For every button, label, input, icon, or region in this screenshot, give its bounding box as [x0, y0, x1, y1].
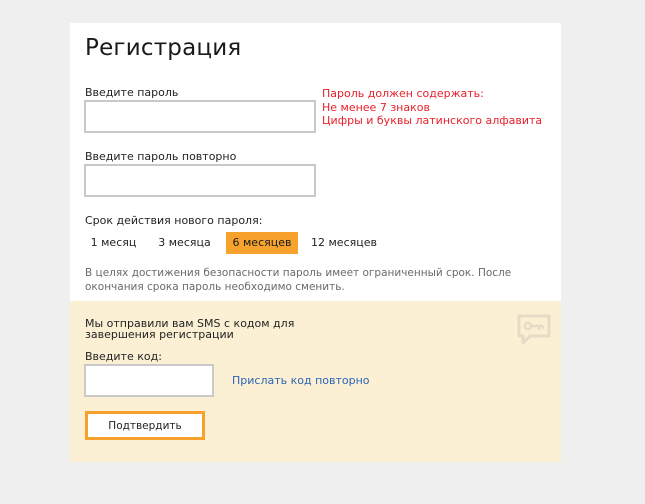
requirement-latin-digits: Цифры и буквы латинского алфавита	[322, 114, 543, 127]
confirm-button[interactable]: Подтвердить	[85, 411, 205, 440]
sms-code-input[interactable]	[84, 364, 214, 397]
requirements-heading: Пароль должен содержать:	[322, 87, 484, 100]
password-input[interactable]	[84, 100, 316, 133]
sms-key-icon	[517, 314, 551, 345]
password-label: Введите пароль	[85, 86, 179, 99]
password-repeat-label: Введите пароль повторно	[85, 150, 237, 163]
password-expiry-note: В целях достижения безопасности пароль и…	[85, 267, 512, 293]
validity-label: Срок действия нового пароля:	[85, 214, 263, 227]
password-repeat-input[interactable]	[84, 164, 316, 197]
sms-confirmation-panel: Мы отправили вам SMS с кодом для заверше…	[70, 301, 561, 462]
requirement-min-length: Не менее 7 знаков	[322, 100, 430, 114]
period-option-3-months[interactable]: 3 месяца	[143, 232, 226, 254]
validity-period-selector: 1 месяц 3 месяца 6 месяцев 12 месяцев	[84, 232, 390, 254]
period-option-1-month[interactable]: 1 месяц	[84, 232, 143, 254]
page-title: Регистрация	[85, 35, 242, 61]
sms-sent-message: Мы отправили вам SMS с кодом для заверше…	[85, 317, 295, 341]
password-requirements: Пароль должен содержать: Не менее 7 знак…	[322, 87, 542, 128]
resend-code-link[interactable]: Прислать код повторно	[232, 374, 370, 387]
registration-card: Регистрация Введите пароль Пароль должен…	[70, 23, 561, 462]
period-option-12-months[interactable]: 12 месяцев	[298, 232, 390, 254]
period-option-6-months[interactable]: 6 месяцев	[226, 232, 298, 254]
code-label: Введите код:	[85, 350, 162, 363]
